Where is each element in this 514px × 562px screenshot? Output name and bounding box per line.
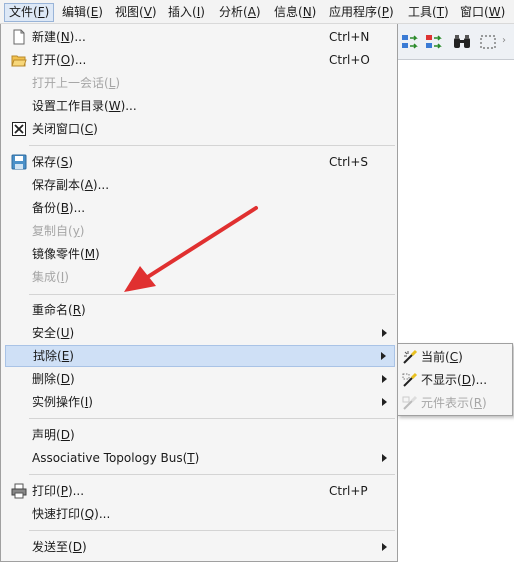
menu-item-quick-print[interactable]: 快速打印(Q)... xyxy=(5,503,395,525)
menu-separator xyxy=(29,474,395,475)
menu-item-set-working-directory[interactable]: 设置工作目录(W)... xyxy=(5,95,395,117)
menu-item-delete[interactable]: 删除(D) xyxy=(5,368,395,390)
menu-item-associative-topology-bus[interactable]: Associative Topology Bus(T) xyxy=(5,447,395,469)
menu-window[interactable]: 窗口(W) xyxy=(456,3,509,22)
menu-item-save-copy[interactable]: 保存副本(A)... xyxy=(5,174,395,196)
menu-item-label: 关闭窗口(C) xyxy=(32,122,98,136)
menu-item-label: 安全(U) xyxy=(32,326,75,340)
menu-item-new[interactable]: 新建(N)... Ctrl+N xyxy=(5,26,395,48)
menu-item-label: 设置工作目录(W)... xyxy=(32,99,137,113)
menu-item-label: 重命名(R) xyxy=(32,303,86,317)
erase-not-displayed-icon xyxy=(402,372,418,387)
submenu-item-label: 不显示(D)... xyxy=(421,373,488,387)
menu-info[interactable]: 信息(N) xyxy=(270,3,320,22)
submenu-item-erase-not-displayed[interactable]: 不显示(D)... xyxy=(400,369,510,391)
submenu-arrow-icon xyxy=(382,543,387,551)
erase-current-icon xyxy=(403,349,418,364)
toolbar: › xyxy=(398,24,514,60)
menu-separator xyxy=(29,418,395,419)
menu-item-label: 打开上一会话(L) xyxy=(32,76,121,90)
menu-item-label: 拭除(E) xyxy=(33,349,74,363)
erase-element-icon xyxy=(402,395,418,410)
menu-item-label: 保存副本(A)... xyxy=(32,178,110,192)
menu-item-label: Associative Topology Bus(T) xyxy=(32,451,200,465)
menu-item-open[interactable]: 打开(O)... Ctrl+O xyxy=(5,49,395,71)
menu-applications[interactable]: 应用程序(P) xyxy=(325,3,398,22)
erase-submenu: 当前(C) 不显示(D)... 元件表示(R) xyxy=(397,343,513,416)
menu-item-security[interactable]: 安全(U) xyxy=(5,322,395,344)
submenu-item-label: 当前(C) xyxy=(421,350,463,364)
menu-item-label: 备份(B)... xyxy=(32,201,86,215)
menu-analysis[interactable]: 分析(A) xyxy=(215,3,265,22)
menu-file[interactable]: 文件(F) xyxy=(4,3,55,22)
menu-view[interactable]: 视图(V) xyxy=(111,3,161,22)
menu-item-label: 打印(P)... xyxy=(32,484,85,498)
submenu-item-erase-element-display: 元件表示(R) xyxy=(400,392,510,414)
menu-insert[interactable]: 插入(I) xyxy=(164,3,209,22)
menu-item-label: 镜像零件(M) xyxy=(32,247,100,261)
new-document-icon xyxy=(13,29,25,45)
graphics-area xyxy=(398,60,514,562)
submenu-arrow-icon xyxy=(382,375,387,383)
save-icon xyxy=(11,154,27,170)
regenerate-icon[interactable] xyxy=(400,32,420,52)
open-folder-icon xyxy=(11,55,27,67)
regenerate-manager-icon[interactable] xyxy=(424,32,444,52)
submenu-item-erase-current[interactable]: 当前(C) xyxy=(400,346,510,368)
close-window-icon xyxy=(12,122,26,136)
menu-item-print[interactable]: 打印(P)... Ctrl+P xyxy=(5,480,395,502)
menu-item-label: 集成(I) xyxy=(32,270,69,284)
menu-item-label: 复制自(y) xyxy=(32,224,85,238)
menu-item-label: 快速打印(Q)... xyxy=(32,507,111,521)
submenu-arrow-icon xyxy=(382,329,387,337)
shortcut-label: Ctrl+P xyxy=(329,484,368,498)
submenu-item-label: 元件表示(R) xyxy=(421,396,487,410)
menu-item-label: 删除(D) xyxy=(32,372,75,386)
menu-edit[interactable]: 编辑(E) xyxy=(58,3,107,22)
binoculars-icon[interactable] xyxy=(452,32,472,52)
submenu-arrow-icon xyxy=(382,454,387,462)
menu-separator xyxy=(29,530,395,531)
selection-box-icon[interactable] xyxy=(478,32,498,52)
menu-item-open-last-session: 打开上一会话(L) xyxy=(5,72,395,94)
printer-icon xyxy=(11,483,27,499)
menu-item-label: 新建(N)... xyxy=(32,30,86,44)
menu-item-label: 发送至(D) xyxy=(32,540,87,554)
submenu-arrow-icon xyxy=(382,398,387,406)
menu-item-declare[interactable]: 声明(D) xyxy=(5,424,395,446)
shortcut-label: Ctrl+S xyxy=(329,155,369,169)
menu-tools[interactable]: 工具(T) xyxy=(404,3,453,22)
menu-item-erase[interactable]: 拭除(E) xyxy=(5,345,395,367)
menu-item-label: 声明(D) xyxy=(32,428,75,442)
annotation-arrow-icon xyxy=(124,206,258,292)
menu-item-instance-operations[interactable]: 实例操作(I) xyxy=(5,391,395,413)
menu-separator xyxy=(29,145,395,146)
submenu-arrow-icon xyxy=(381,352,386,360)
shortcut-label: Ctrl+O xyxy=(329,53,370,67)
menu-bar: 文件(F) 编辑(E) 视图(V) 插入(I) 分析(A) 信息(N) 应用程序… xyxy=(0,0,514,24)
menu-item-label: 保存(S) xyxy=(32,155,73,169)
shortcut-label: Ctrl+N xyxy=(329,30,370,44)
menu-item-send-to[interactable]: 发送至(D) xyxy=(5,536,395,558)
menu-item-label: 打开(O)... xyxy=(32,53,87,67)
menu-item-save[interactable]: 保存(S) Ctrl+S xyxy=(5,151,395,173)
toolbar-overflow-icon[interactable]: › xyxy=(502,36,508,46)
menu-item-close-window[interactable]: 关闭窗口(C) xyxy=(5,118,395,140)
menu-item-label: 实例操作(I) xyxy=(32,395,93,409)
